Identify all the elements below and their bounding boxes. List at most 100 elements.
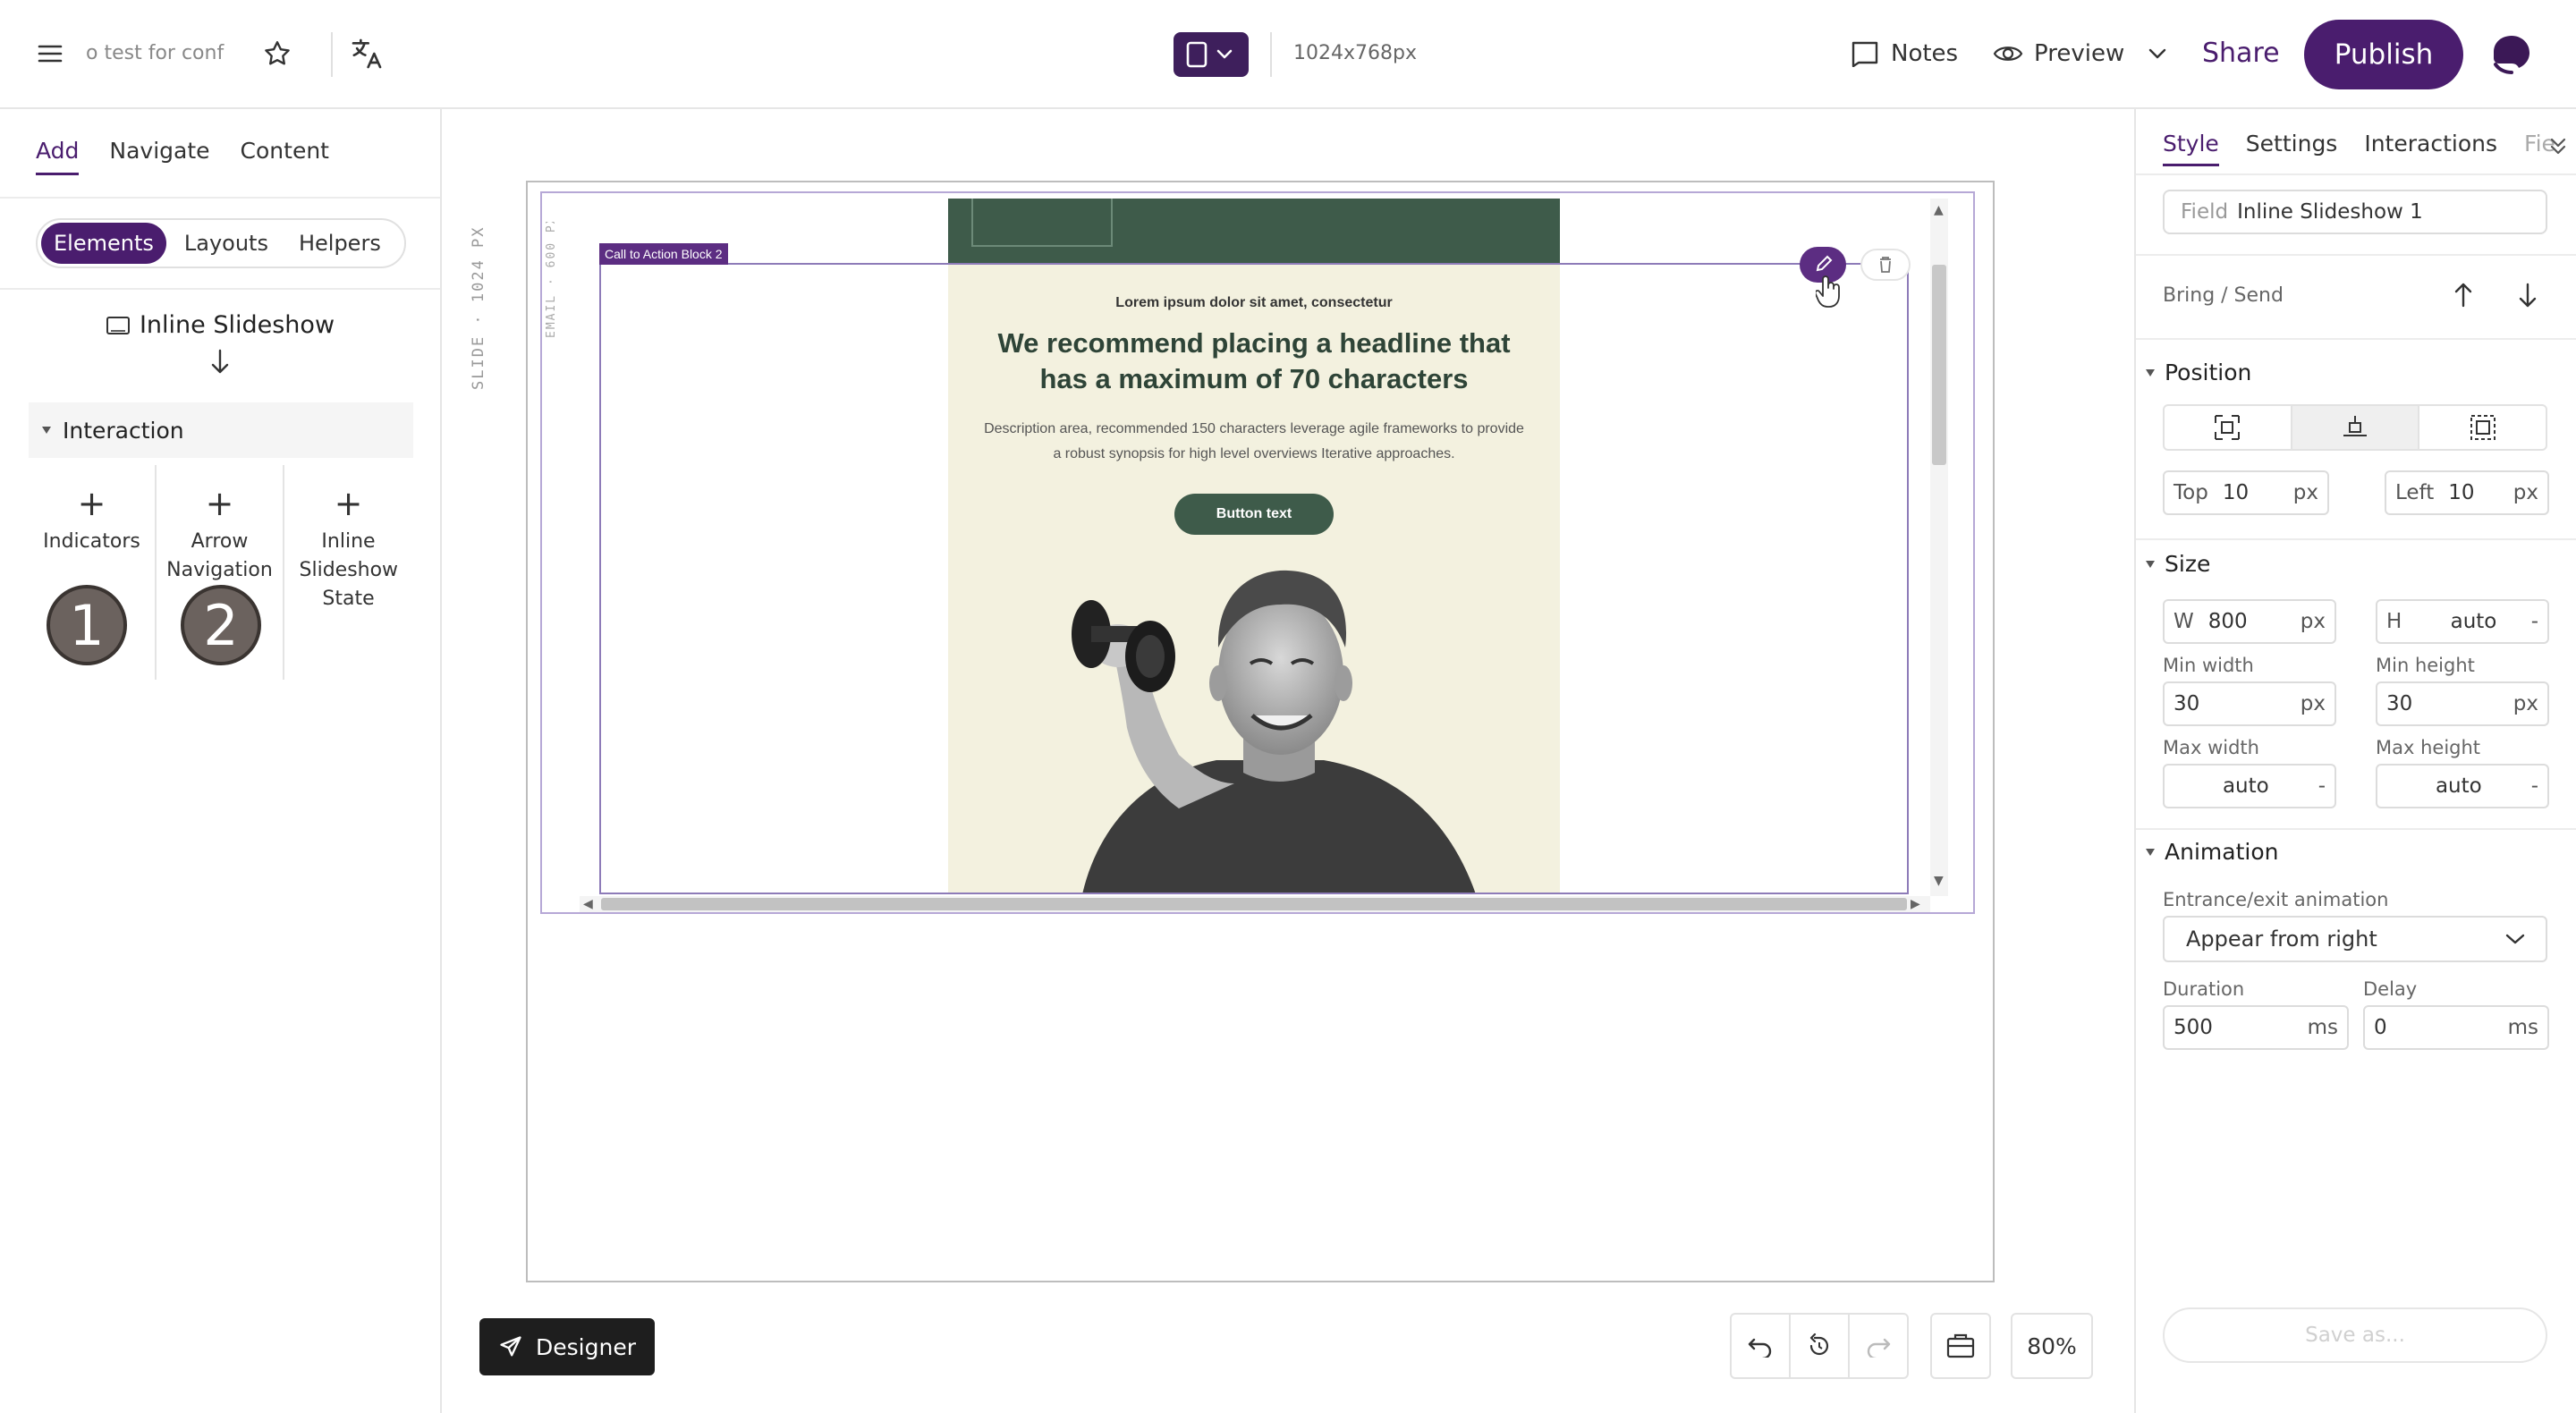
device-selector-button[interactable] (1174, 32, 1249, 77)
min-height-input[interactable]: 30 px (2376, 681, 2549, 726)
vertical-scrollbar-thumb[interactable] (1932, 265, 1946, 465)
history-icon[interactable] (1789, 1315, 1848, 1377)
size-section-header[interactable]: Size (2145, 551, 2210, 577)
undo-icon[interactable] (1732, 1315, 1789, 1377)
position-relative-icon[interactable] (2290, 406, 2419, 449)
selected-element-header[interactable]: Inline Slideshow (0, 311, 440, 339)
interaction-section-title: Interaction (63, 417, 184, 444)
hand-cursor-icon (1816, 274, 1843, 309)
item-label: Indicators (43, 530, 140, 553)
translate-icon[interactable] (349, 36, 385, 72)
max-height-label: Max height (2376, 737, 2481, 758)
segment-layouts[interactable]: Layouts (172, 223, 281, 264)
min-height-value: 30 (2386, 692, 2413, 715)
step-badge-2: 2 (181, 585, 261, 665)
position-section-header[interactable]: Position (2145, 360, 2251, 385)
scroll-left-arrow-icon[interactable]: ◀ (583, 898, 593, 910)
width-unit: px (2300, 610, 2326, 633)
max-height-unit: - (2530, 774, 2538, 798)
position-absolute-icon[interactable] (2165, 406, 2291, 449)
left-input[interactable]: Left 10 px (2385, 470, 2549, 515)
notes-button[interactable]: Notes (1850, 36, 1958, 72)
max-width-label: Max width (2163, 737, 2259, 758)
redo-icon[interactable] (1848, 1315, 1907, 1377)
tab-interactions[interactable]: Interactions (2364, 131, 2497, 166)
duration-input[interactable]: 500 ms (2163, 1005, 2349, 1050)
arrow-up-icon[interactable] (2445, 277, 2481, 313)
svg-text:EMAIL · 600 PX: EMAIL · 600 PX (545, 222, 558, 338)
call-to-action-block[interactable] (599, 263, 1909, 894)
left-label: Left (2395, 481, 2435, 504)
segment-helpers[interactable]: Helpers (286, 223, 394, 264)
tab-content[interactable]: Content (241, 138, 329, 175)
paper-plane-icon (498, 1334, 523, 1359)
animation-section-header[interactable]: Animation (2145, 839, 2278, 865)
horizontal-scrollbar-thumb[interactable] (601, 898, 1907, 910)
min-width-input[interactable]: 30 px (2163, 681, 2336, 726)
caret-down-icon (2145, 848, 2156, 857)
caret-down-icon (2145, 368, 2156, 377)
width-value: 800 (2207, 610, 2248, 633)
top-label: Top (2174, 481, 2208, 504)
preview-button[interactable]: Preview (1993, 36, 2167, 72)
width-input[interactable]: W 800 px (2163, 599, 2336, 644)
arrow-down-icon[interactable] (2510, 277, 2546, 313)
height-input[interactable]: H auto - (2376, 599, 2549, 644)
field-name-input[interactable]: Field Inline Slideshow 1 (2163, 190, 2547, 234)
min-height-label: Min height (2376, 655, 2475, 676)
max-width-input[interactable]: auto - (2163, 764, 2336, 808)
height-unit: - (2530, 610, 2538, 633)
position-fixed-icon[interactable] (2418, 406, 2546, 449)
notes-label: Notes (1891, 40, 1959, 67)
project-title[interactable]: o test for conf (86, 39, 224, 68)
top-input[interactable]: Top 10 px (2163, 470, 2329, 515)
scroll-right-arrow-icon[interactable]: ▶ (1911, 898, 1920, 910)
caret-down-icon (2145, 560, 2156, 569)
tab-style[interactable]: Style (2163, 131, 2219, 166)
height-label: H (2386, 610, 2402, 633)
right-panel: Style Settings Interactions Fie Field In… (2134, 109, 2576, 1413)
segment-elements[interactable]: Elements (41, 223, 166, 264)
max-height-input[interactable]: auto - (2376, 764, 2549, 808)
tab-settings[interactable]: Settings (2246, 131, 2338, 166)
publish-button[interactable]: Publish (2304, 20, 2463, 89)
zoom-level-button[interactable]: 80% (2011, 1313, 2093, 1379)
duration-value: 500 (2174, 1016, 2213, 1039)
divider (2136, 538, 2576, 540)
svg-text:SLIDE · 1024 PX: SLIDE · 1024 PX (470, 225, 487, 390)
tab-navigate[interactable]: Navigate (109, 138, 209, 175)
entrance-animation-value: Appear from right (2186, 926, 2377, 952)
divider (2136, 828, 2576, 830)
scroll-up-arrow-icon[interactable]: ▲ (1934, 204, 1944, 216)
top-value: 10 (2222, 481, 2250, 504)
double-chevron-down-icon[interactable] (2547, 134, 2569, 159)
user-avatar-icon[interactable] (2488, 30, 2535, 77)
scroll-down-arrow-icon[interactable]: ▼ (1934, 875, 1944, 887)
block-name-tag[interactable]: Call to Action Block 2 (599, 243, 728, 265)
notes-icon (1850, 40, 1880, 67)
tab-add[interactable]: Add (36, 138, 80, 175)
min-width-label: Min width (2163, 655, 2254, 676)
hamburger-menu-icon[interactable] (32, 39, 68, 68)
share-button[interactable]: Share (2202, 34, 2280, 73)
designer-button[interactable]: Designer (479, 1318, 655, 1375)
delay-input[interactable]: 0 ms (2363, 1005, 2549, 1050)
star-icon[interactable] (261, 38, 293, 70)
save-as-button[interactable]: Save as... (2163, 1307, 2547, 1363)
add-slideshow-state-item[interactable]: + Inline Slideshow State (284, 465, 412, 680)
entrance-animation-select[interactable]: Appear from right (2163, 916, 2547, 962)
save-version-icon[interactable] (1930, 1313, 1991, 1379)
slide-size-label: SLIDE · 1024 PX (460, 211, 496, 390)
min-height-unit: px (2512, 692, 2538, 715)
left-value: 10 (2448, 481, 2475, 504)
divider (2136, 254, 2576, 256)
designer-label: Designer (536, 1333, 636, 1360)
trash-icon[interactable] (1860, 249, 1911, 281)
max-width-value: auto (2222, 774, 2269, 798)
left-panel: Add Navigate Content Elements Layouts He… (0, 109, 442, 1413)
interaction-section-header[interactable]: Interaction (29, 402, 413, 458)
header-placeholder-box (971, 199, 1113, 247)
left-unit: px (2512, 481, 2538, 504)
left-panel-tabs: Add Navigate Content (36, 138, 329, 175)
divider (2136, 173, 2576, 175)
